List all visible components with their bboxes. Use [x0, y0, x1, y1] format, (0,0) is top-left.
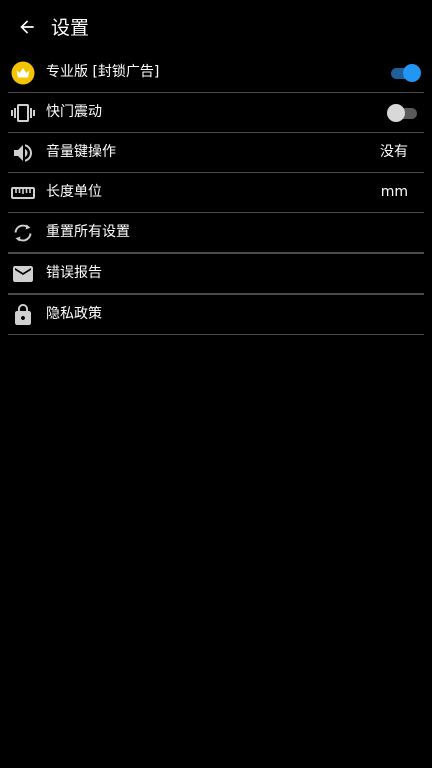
length-unit-value: mm	[380, 184, 408, 200]
settings-item-privacy-policy[interactable]: 隐私政策	[8, 295, 424, 335]
toggle-thumb	[387, 104, 405, 122]
settings-item-label: 隐私政策	[46, 306, 102, 322]
back-button[interactable]	[14, 14, 40, 40]
settings-item-reset[interactable]: 重置所有设置	[8, 213, 424, 254]
settings-item-shutter-vibration[interactable]: 快门震动	[8, 93, 424, 133]
settings-item-length-unit[interactable]: 长度单位 mm	[8, 173, 424, 213]
lock-icon	[11, 303, 35, 327]
settings-item-label: 快门震动	[46, 104, 102, 120]
reset-icon	[11, 221, 35, 245]
settings-item-pro-version[interactable]: 专业版 [封锁广告]	[8, 53, 424, 93]
arrow-left-icon	[20, 20, 34, 34]
vibration-icon	[11, 101, 35, 125]
page-title: 设置	[51, 17, 90, 39]
volume-key-value: 没有	[380, 144, 408, 160]
settings-item-label: 音量键操作	[46, 144, 116, 160]
shutter-vibration-toggle[interactable]	[387, 104, 421, 122]
settings-item-volume-key[interactable]: 音量键操作 没有	[8, 133, 424, 173]
settings-list: 专业版 [封锁广告] 快门震动 音量键操作 没有 长度单位 mm 重置所有设置 …	[8, 53, 424, 335]
pro-version-toggle[interactable]	[387, 64, 421, 82]
ruler-icon	[11, 181, 35, 205]
settings-item-label: 长度单位	[46, 184, 102, 200]
settings-item-label: 重置所有设置	[46, 224, 130, 240]
settings-item-error-report[interactable]: 错误报告	[8, 254, 424, 295]
mail-icon	[11, 262, 35, 286]
settings-item-label: 专业版 [封锁广告]	[46, 64, 160, 80]
toggle-thumb	[403, 64, 421, 82]
volume-icon	[11, 141, 35, 165]
crown-icon	[11, 61, 35, 85]
app-bar: 设置	[0, 0, 432, 56]
settings-item-label: 错误报告	[46, 265, 102, 281]
